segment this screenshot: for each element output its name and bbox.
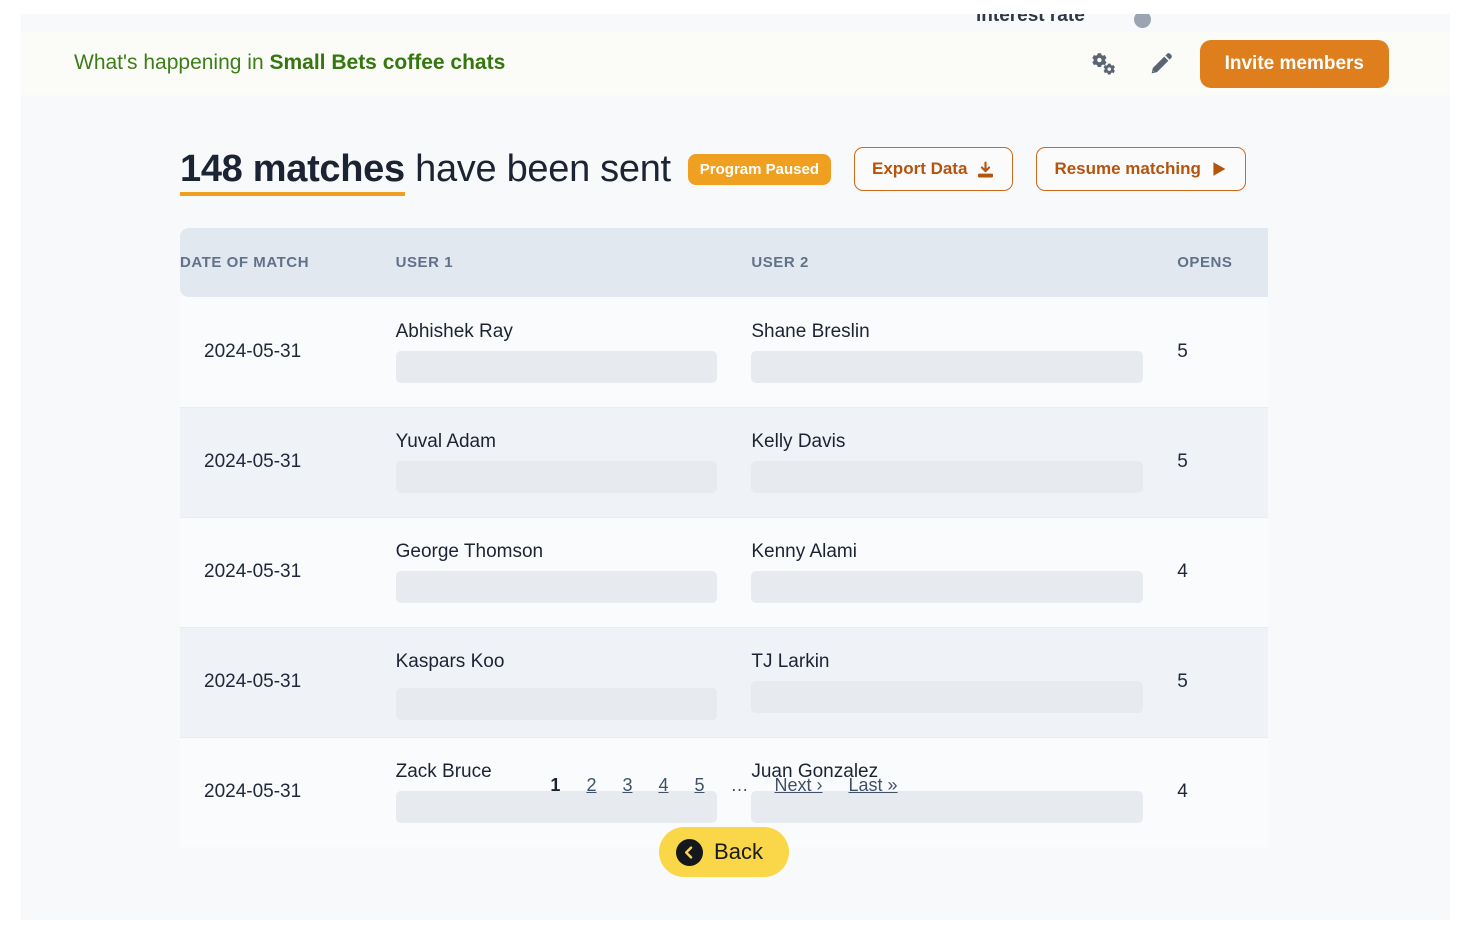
matches-headline-rest: have been sent xyxy=(404,147,671,190)
invite-members-button[interactable]: Invite members xyxy=(1199,40,1389,88)
pencil-edit-icon xyxy=(1148,51,1174,77)
page-ellipsis: … xyxy=(730,775,749,795)
gears-settings-icon xyxy=(1091,51,1118,77)
settings-button[interactable] xyxy=(1088,47,1122,81)
table-body: 2024-05-31 Abhishek Ray Shane Breslin 5 … xyxy=(180,297,1268,847)
export-data-label: Export Data xyxy=(872,159,968,178)
resume-matching-label: Resume matching xyxy=(1054,159,1201,178)
matches-count: 148 matches xyxy=(180,147,405,196)
table-header-row: DATE OF MATCH USER 1 USER 2 OPENS VERIFI… xyxy=(180,228,1268,297)
next-page-link[interactable]: Next › xyxy=(775,775,823,796)
cell-user2-name: TJ Larkin xyxy=(751,651,830,672)
cell-user1-email-redacted xyxy=(395,688,718,720)
back-button-label: Back xyxy=(714,839,763,864)
table-row[interactable]: 2024-05-31 Yuval Adam Kelly Davis 5 Pend… xyxy=(180,406,1268,517)
resume-matching-button[interactable]: Resume matching xyxy=(1036,147,1246,191)
cell-user2-email-redacted xyxy=(751,571,1144,603)
export-data-button[interactable]: Export Data xyxy=(854,147,1014,191)
matches-table-container: DATE OF MATCH USER 1 USER 2 OPENS VERIFI… xyxy=(180,228,1268,847)
cell-user2-email-redacted xyxy=(751,681,1144,713)
status-badge: Program Paused xyxy=(687,153,832,185)
table-row[interactable]: 2024-05-31 Kaspars Koo TJ Larkin 5 Pendi… xyxy=(180,626,1268,737)
page-link-2[interactable]: 2 xyxy=(586,775,596,796)
back-button[interactable]: Back xyxy=(659,827,789,877)
cell-user1-email-redacted xyxy=(395,350,718,383)
column-header-opens[interactable]: OPENS xyxy=(1177,228,1268,297)
cell-opens: 5 xyxy=(1177,671,1188,692)
page-link-3[interactable]: 3 xyxy=(622,775,632,796)
page-title-highlight: Small Bets coffee chats xyxy=(269,51,506,74)
cell-user2-email-redacted xyxy=(751,791,1144,824)
cell-user2-name: Kenny Alami xyxy=(751,541,857,562)
app-panel: interest rate What's happening in Small … xyxy=(21,14,1450,920)
table-row[interactable]: 2024-05-31 George Thomson Kenny Alami 4 … xyxy=(180,516,1268,627)
headline-row: 148 matches have been sent Program Pause… xyxy=(180,147,1246,196)
clipped-top-strip: interest rate xyxy=(21,14,1450,32)
page-link-5[interactable]: 5 xyxy=(694,775,704,796)
chevron-left-circle-icon xyxy=(676,838,704,866)
table-row[interactable]: 2024-05-31 Abhishek Ray Shane Breslin 5 … xyxy=(180,297,1268,407)
table-head: DATE OF MATCH USER 1 USER 2 OPENS VERIFI… xyxy=(180,228,1268,297)
matches-table: DATE OF MATCH USER 1 USER 2 OPENS VERIFI… xyxy=(180,228,1268,847)
main-content: 148 matches have been sent Program Pause… xyxy=(21,95,1450,920)
cell-date: 2024-05-31 xyxy=(204,340,302,362)
cell-user1-email-redacted xyxy=(395,791,718,824)
screenshot-viewport: interest rate What's happening in Small … xyxy=(0,0,1470,943)
cell-opens: 5 xyxy=(1177,451,1188,472)
back-button-container: Back xyxy=(180,827,1268,877)
cell-user1-email-redacted xyxy=(395,571,718,603)
header-actions: Invite members xyxy=(1088,40,1389,88)
cell-user1-name: Kaspars Koo xyxy=(395,651,505,672)
column-header-user2[interactable]: USER 2 xyxy=(751,228,1178,297)
cell-user2-email-redacted xyxy=(751,350,1144,383)
cell-date: 2024-05-31 xyxy=(204,671,302,692)
cell-opens: 4 xyxy=(1177,561,1188,582)
page-current: 1 xyxy=(550,775,561,795)
page-title: What's happening in Small Bets coffee ch… xyxy=(74,51,505,75)
play-icon xyxy=(1210,160,1228,178)
circle-avatar-icon xyxy=(1134,14,1151,28)
matches-headline: 148 matches have been sent xyxy=(180,147,671,196)
page-header: What's happening in Small Bets coffee ch… xyxy=(21,32,1450,95)
cell-user1-name: Abhishek Ray xyxy=(395,320,513,342)
cell-user1-name: Yuval Adam xyxy=(395,431,496,452)
cell-user2-email-redacted xyxy=(751,461,1144,493)
cell-user1-name: George Thomson xyxy=(395,541,544,562)
page-title-prefix: What's happening in xyxy=(74,51,270,74)
download-icon xyxy=(976,160,995,179)
clipped-interest-rate-text: interest rate xyxy=(976,14,1085,26)
page-link-4[interactable]: 4 xyxy=(658,775,668,796)
column-header-user1[interactable]: USER 1 xyxy=(395,228,752,297)
cell-user1-email-redacted xyxy=(395,461,718,493)
pagination: 1 2 3 4 5 … Next › Last » xyxy=(180,775,1268,796)
last-page-link[interactable]: Last » xyxy=(849,775,898,796)
cell-date: 2024-05-31 xyxy=(204,561,302,582)
cell-date: 2024-05-31 xyxy=(204,451,302,472)
edit-button[interactable] xyxy=(1144,47,1178,81)
column-header-date[interactable]: DATE OF MATCH xyxy=(180,228,396,297)
cell-user2-name: Shane Breslin xyxy=(751,320,870,342)
cell-user2-name: Kelly Davis xyxy=(751,431,846,452)
cell-opens: 5 xyxy=(1177,340,1188,362)
